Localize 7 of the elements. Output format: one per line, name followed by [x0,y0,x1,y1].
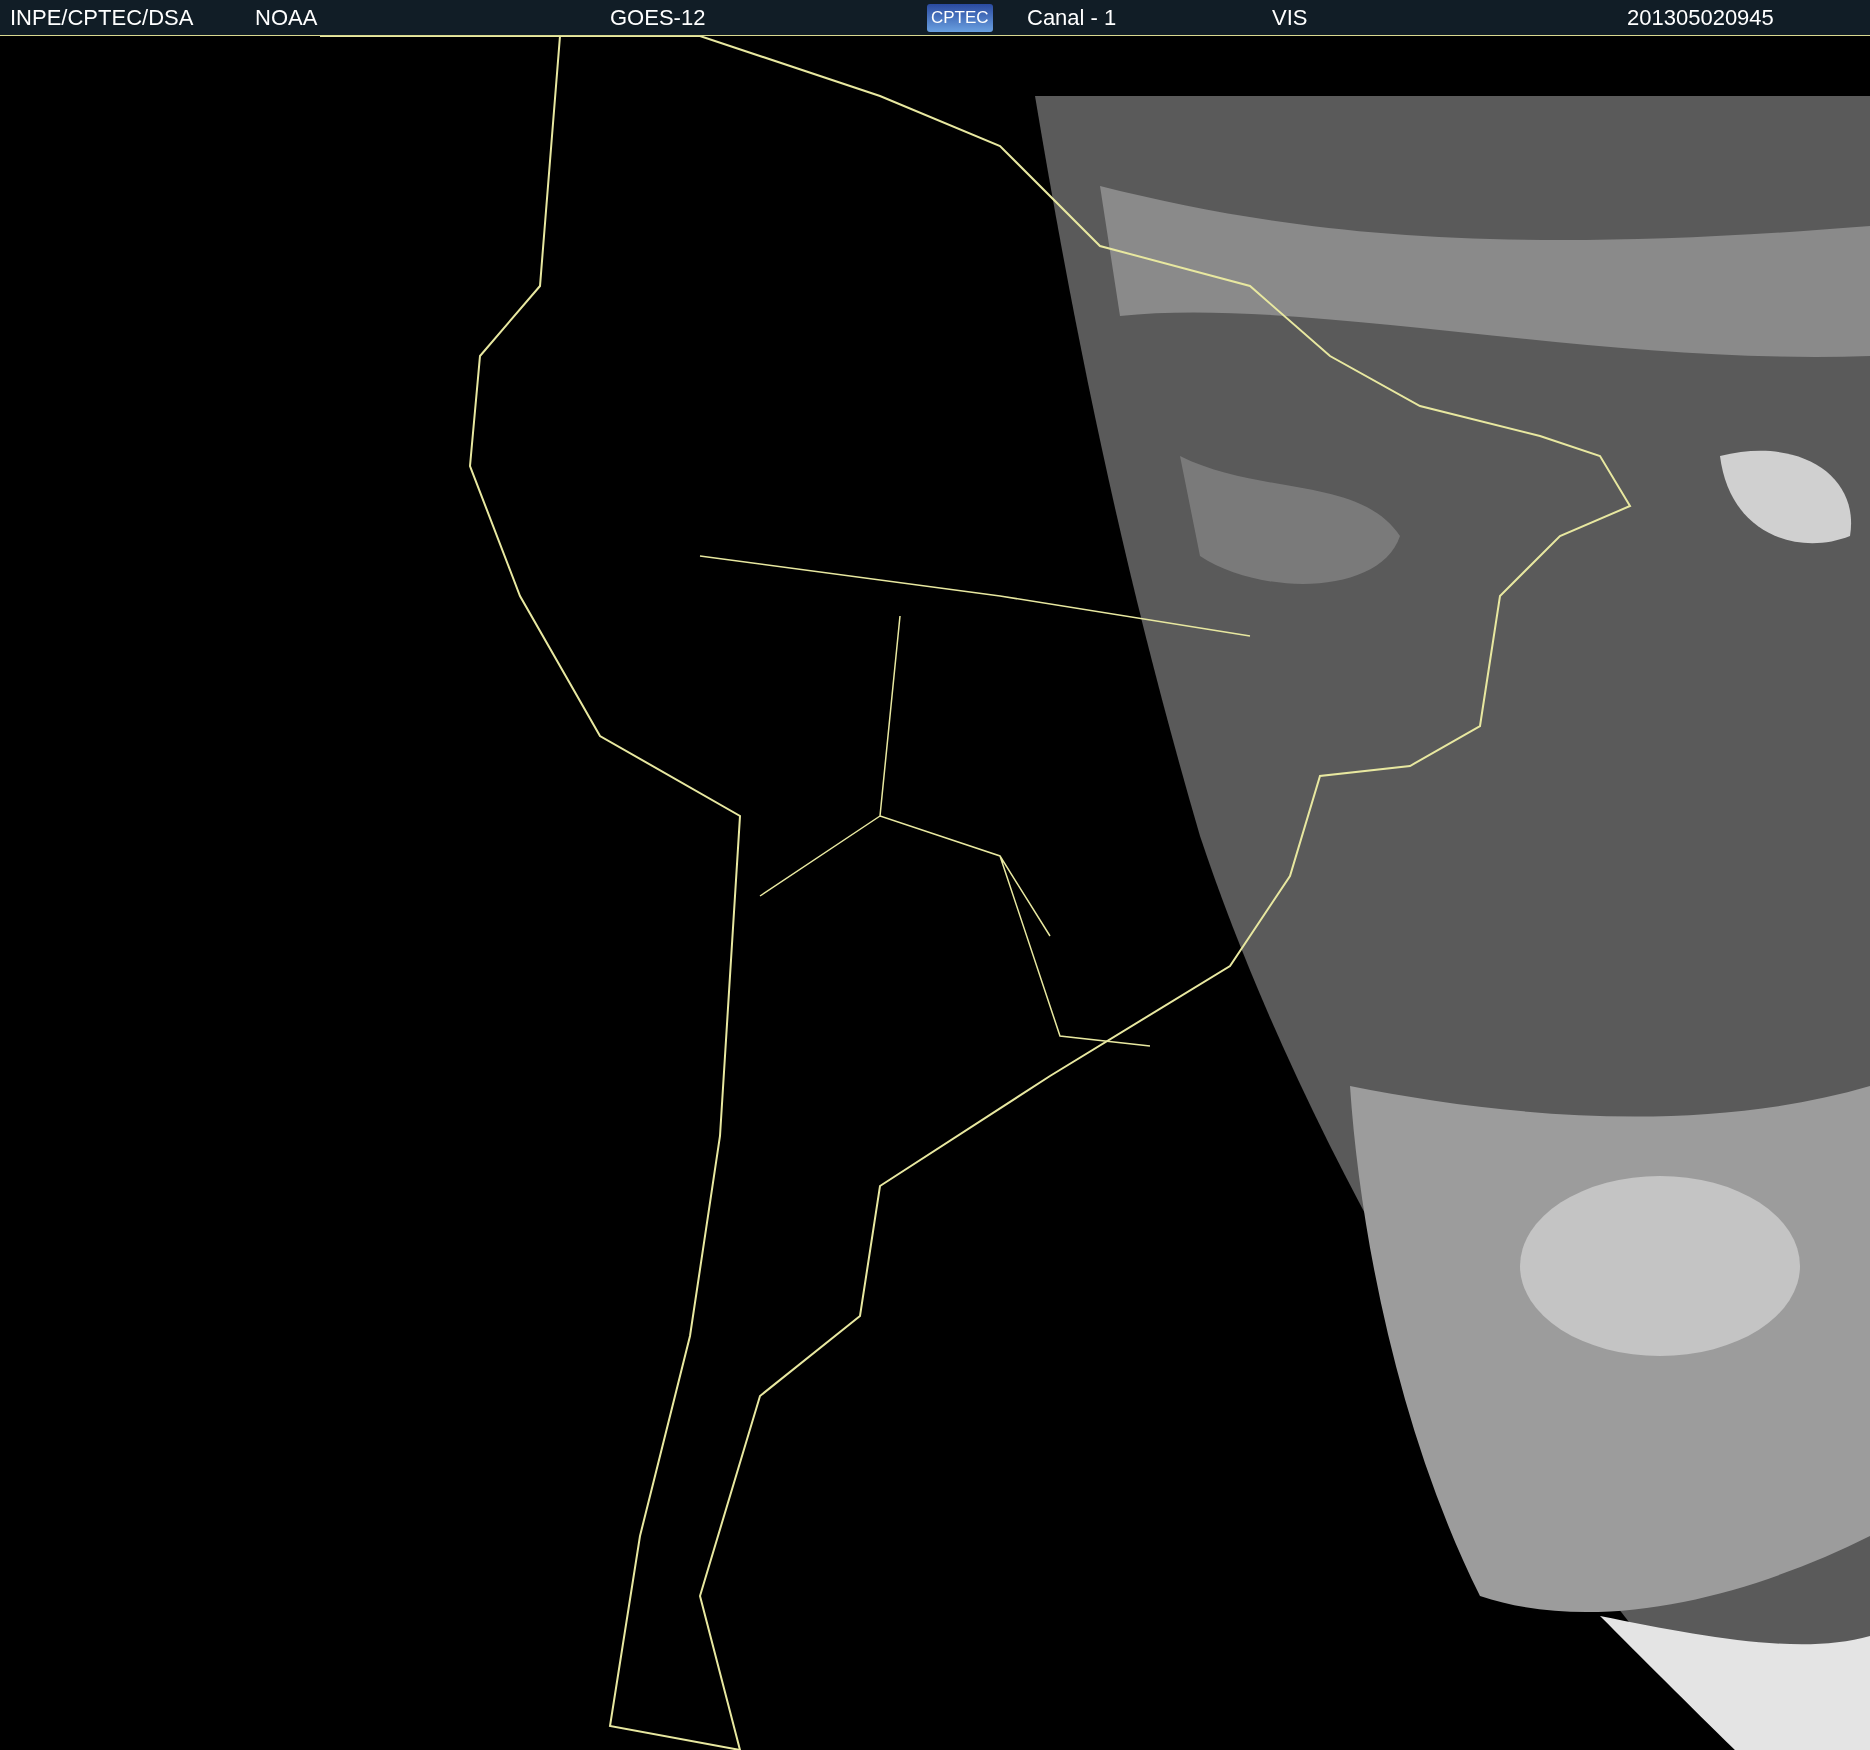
header-label: Canal - 1 [1027,4,1117,31]
header-label: NOAA [255,4,318,31]
header-label: INPE/CPTEC/DSA [10,4,194,31]
header-label: VIS [1272,4,1308,31]
header-label: 201305020945 [1627,4,1774,31]
logo: CPTEC [927,3,993,32]
header-label: GOES-12 [610,4,706,31]
